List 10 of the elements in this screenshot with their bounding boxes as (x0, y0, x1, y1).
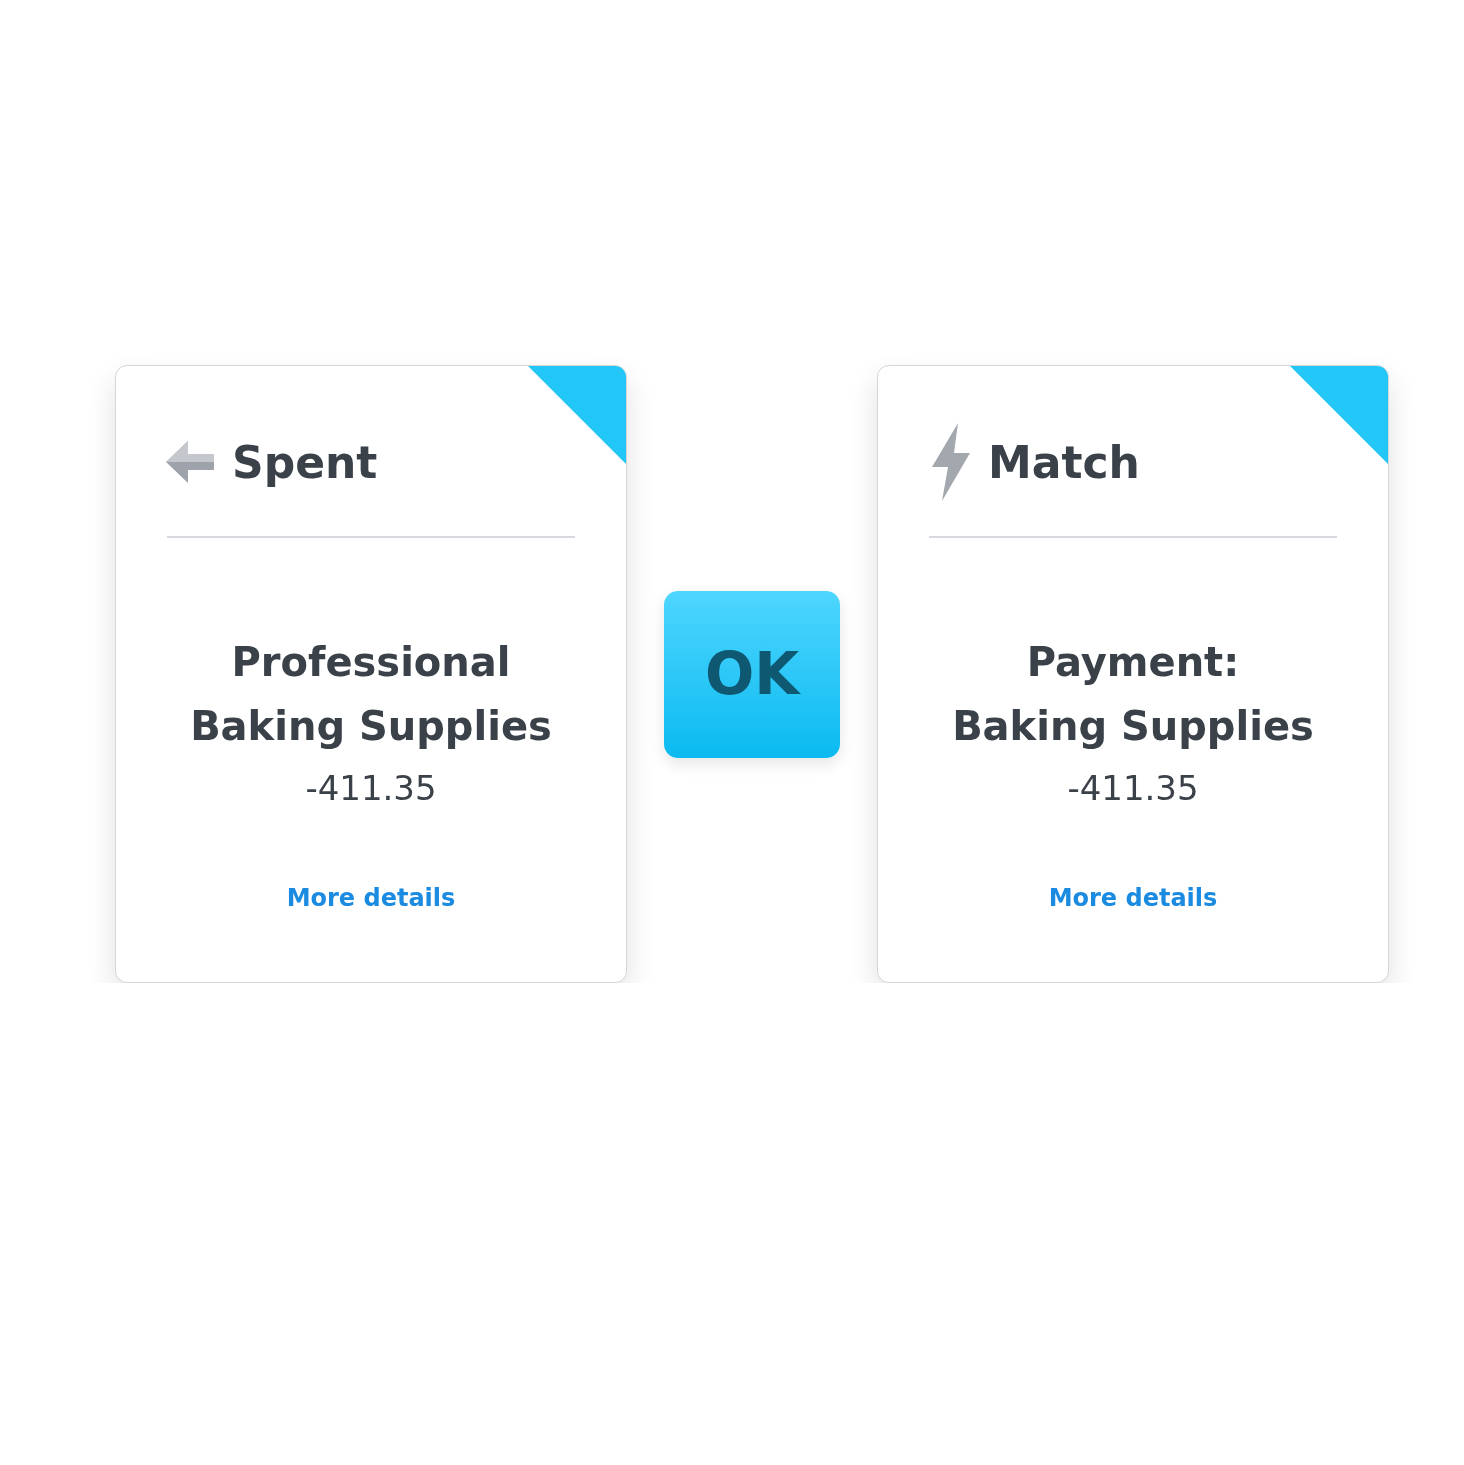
ok-button[interactable]: OK (664, 590, 840, 758)
transaction-title: Professional Baking Supplies (190, 638, 552, 751)
card-heading: Match (988, 436, 1140, 488)
transaction-title: Payment: Baking Supplies (952, 638, 1314, 751)
card-heading: Spent (232, 436, 378, 488)
more-details-link[interactable]: More details (1048, 884, 1218, 912)
arrow-left-icon (166, 439, 216, 485)
amount: -411.35 (305, 768, 437, 808)
more-details-link[interactable]: More details (286, 884, 456, 912)
amount: -411.35 (1067, 768, 1199, 808)
